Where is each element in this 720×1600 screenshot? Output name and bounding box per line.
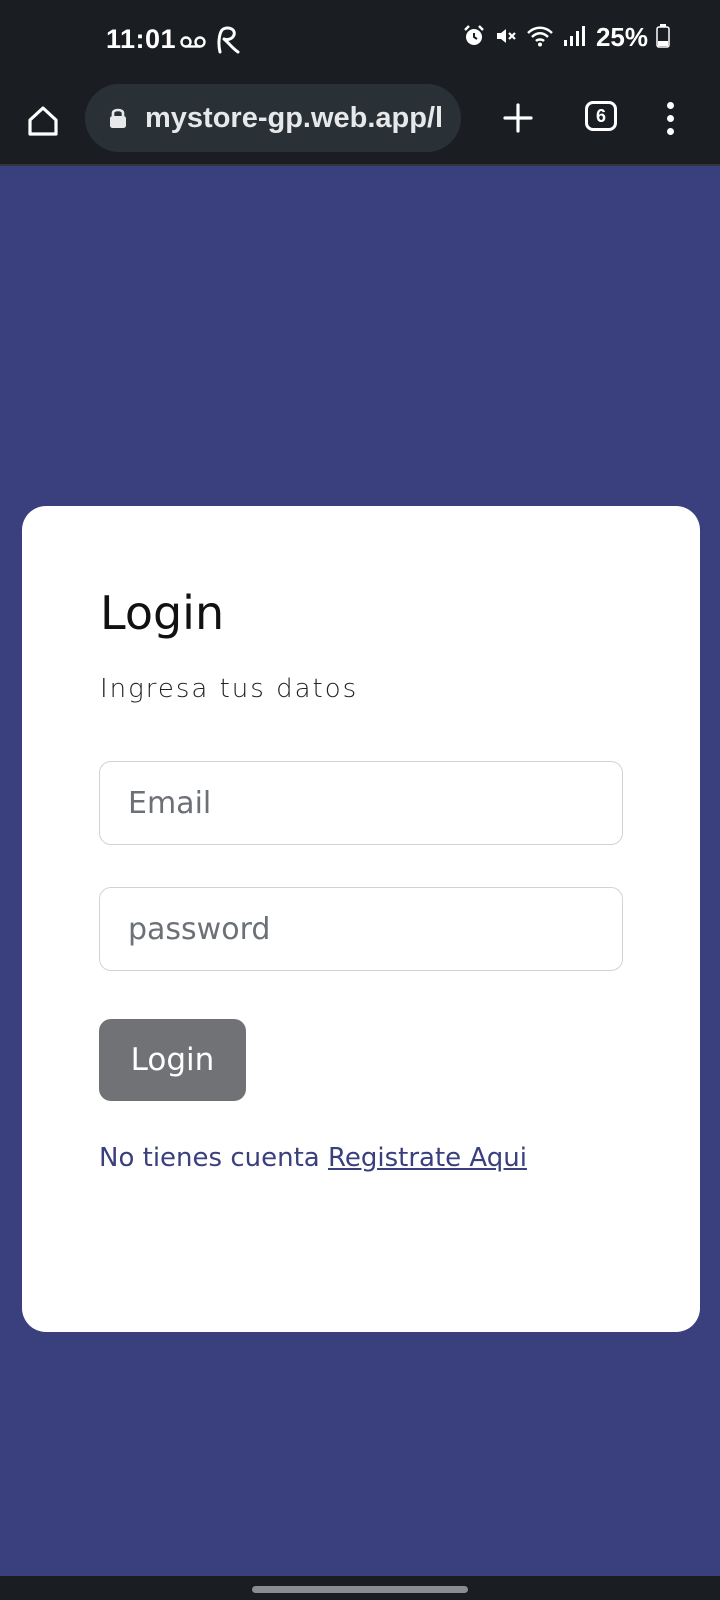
page-title: Login <box>100 586 225 640</box>
register-prompt: No tienes cuenta <box>99 1143 328 1173</box>
login-subtitle: Ingresa tus datos <box>100 674 359 704</box>
menu-dot <box>666 127 674 135</box>
r-app-icon <box>214 26 240 60</box>
browser-toolbar: mystore-gp.web.app/l 6 <box>0 84 720 166</box>
alarm-icon <box>462 24 486 52</box>
home-button[interactable] <box>20 98 66 144</box>
status-bar: 11:01 25% <box>0 0 720 84</box>
login-card: Login Ingresa tus datos Login No tienes … <box>22 506 700 1332</box>
register-row: No tienes cuenta Registrate Aqui <box>99 1143 527 1173</box>
battery-percent: 25% <box>595 22 648 52</box>
menu-dot <box>666 114 674 122</box>
password-field[interactable] <box>99 887 623 971</box>
register-link[interactable]: Registrate Aqui <box>328 1143 527 1173</box>
gesture-nav-bar <box>0 1576 720 1600</box>
status-right: 25% <box>462 22 670 53</box>
status-left-icons <box>180 26 240 60</box>
wifi-icon <box>526 24 554 52</box>
tab-switcher-button[interactable]: 6 <box>585 101 617 131</box>
toolbar-divider <box>0 164 720 166</box>
url-text: mystore-gp.web.app/l <box>145 101 444 134</box>
plus-icon <box>503 103 533 133</box>
menu-dot <box>666 101 674 109</box>
signal-icon <box>562 24 586 52</box>
status-time: 11:01 <box>106 24 177 54</box>
mute-icon <box>494 24 518 52</box>
home-icon <box>28 106 58 136</box>
email-field[interactable] <box>99 761 623 845</box>
new-tab-button[interactable] <box>496 96 540 140</box>
more-menu-button[interactable] <box>660 96 680 140</box>
lock-icon <box>109 107 127 129</box>
home-gesture-handle[interactable] <box>252 1586 468 1593</box>
login-button[interactable]: Login <box>99 1019 246 1101</box>
address-bar[interactable]: mystore-gp.web.app/l <box>85 84 461 152</box>
voicemail-icon <box>180 34 206 53</box>
battery-icon <box>656 23 670 52</box>
